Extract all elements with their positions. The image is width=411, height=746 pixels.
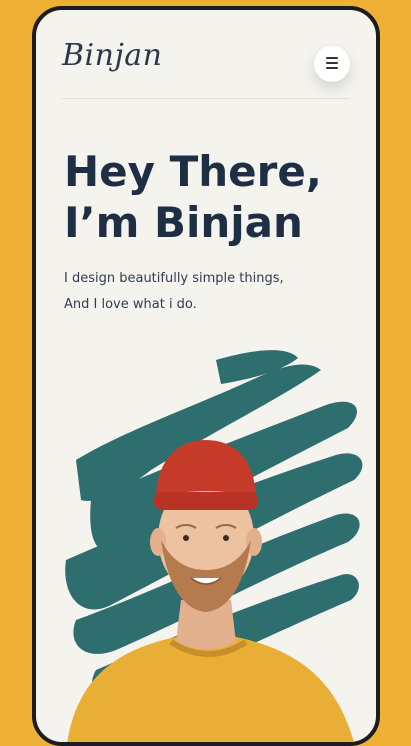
header-divider (62, 98, 350, 99)
phone-frame: Binjan Hey There, I’m Binjan I design be… (32, 6, 380, 746)
menu-button[interactable] (314, 46, 350, 82)
hero-title-line-2: I’m Binjan (64, 198, 303, 247)
hero-illustration (36, 350, 376, 742)
hero-subtitle: I design beautifully simple things, And … (64, 266, 364, 318)
hero-title-line-1: Hey There, (64, 147, 322, 196)
hero-subtitle-line-2: And I love what i do. (64, 297, 197, 312)
hero-subtitle-line-1: I design beautifully simple things, (64, 271, 284, 286)
top-navigation-bar: Binjan (36, 10, 376, 102)
logo[interactable]: Binjan (62, 38, 162, 73)
hero-title: Hey There, I’m Binjan (64, 146, 364, 248)
menu-icon (324, 55, 340, 74)
